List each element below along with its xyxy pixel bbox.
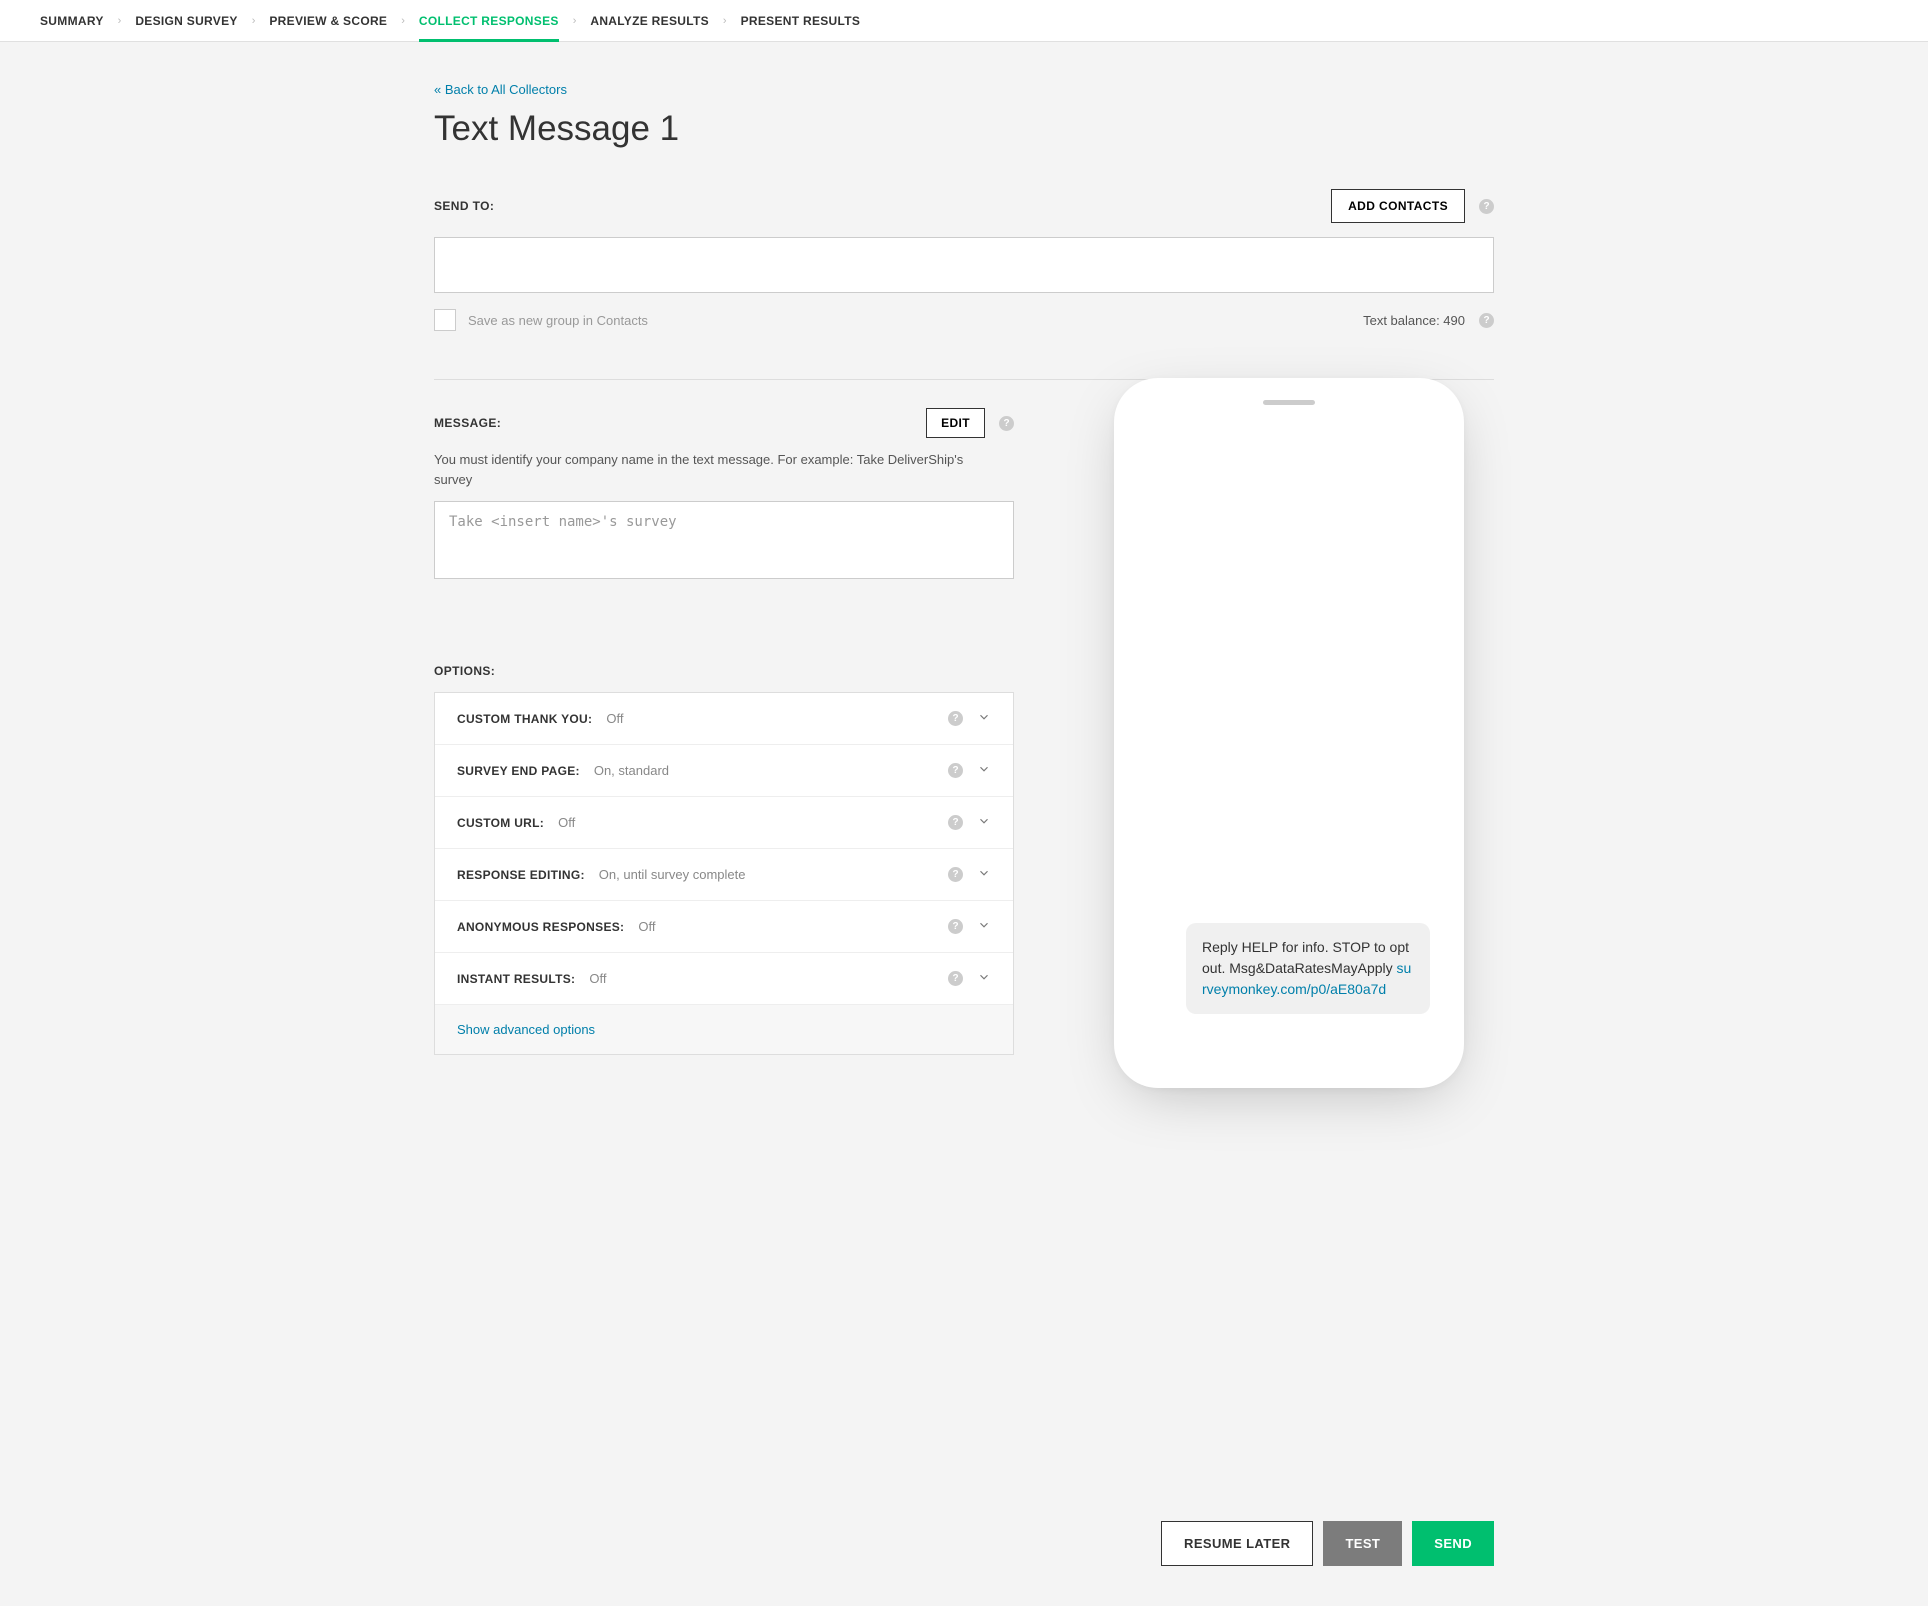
chevron-down-icon [977,866,991,883]
page-title: Text Message 1 [434,109,1494,149]
help-icon[interactable]: ? [948,919,963,934]
nav-tab-collect-responses[interactable]: COLLECT RESPONSES [419,0,559,42]
sms-preview-text: Reply HELP for info. STOP to opt out. Ms… [1202,939,1409,976]
nav-tab-summary[interactable]: SUMMARY [40,0,104,42]
chevron-down-icon [977,918,991,935]
option-response-editing[interactable]: RESPONSE EDITING: On, until survey compl… [435,849,1013,901]
show-advanced-link[interactable]: Show advanced options [457,1022,595,1037]
option-value: Off [589,971,948,986]
option-custom-url[interactable]: CUSTOM URL: Off ? [435,797,1013,849]
option-custom-thank-you[interactable]: CUSTOM THANK YOU: Off ? [435,693,1013,745]
chevron-right-icon: › [118,15,122,27]
sms-preview-bubble: Reply HELP for info. STOP to opt out. Ms… [1186,923,1430,1014]
options-list: CUSTOM THANK YOU: Off ? SURVEY END PAGE:… [434,692,1014,1055]
option-label: ANONYMOUS RESPONSES: [457,920,624,934]
option-instant-results[interactable]: INSTANT RESULTS: Off ? [435,953,1013,1005]
option-anonymous-responses[interactable]: ANONYMOUS RESPONSES: Off ? [435,901,1013,953]
option-value: On, until survey complete [599,867,948,882]
options-label: OPTIONS: [434,664,1014,678]
chevron-down-icon [977,710,991,727]
send-to-label: SEND TO: [434,199,494,213]
send-to-header: SEND TO: ADD CONTACTS ? [434,189,1494,223]
message-textarea[interactable] [434,501,1014,579]
option-value: On, standard [594,763,948,778]
option-label: CUSTOM THANK YOU: [457,712,592,726]
chevron-down-icon [977,814,991,831]
nav-tab-preview-score[interactable]: PREVIEW & SCORE [269,0,387,42]
send-button[interactable]: SEND [1412,1521,1494,1566]
message-section: MESSAGE: EDIT ? You must identify your c… [434,408,1014,1055]
message-help-text: You must identify your company name in t… [434,450,1004,489]
option-survey-end-page[interactable]: SURVEY END PAGE: On, standard ? [435,745,1013,797]
chevron-right-icon: › [401,15,405,27]
chevron-right-icon: › [252,15,256,27]
nav-tab-analyze-results[interactable]: ANALYZE RESULTS [590,0,709,42]
test-button[interactable]: TEST [1323,1521,1402,1566]
chevron-right-icon: › [723,15,727,27]
back-to-collectors-link[interactable]: « Back to All Collectors [434,82,567,97]
phone-preview: Reply HELP for info. STOP to opt out. Ms… [1114,378,1464,1088]
option-value: Off [638,919,948,934]
chevron-right-icon: › [573,15,577,27]
option-label: RESPONSE EDITING: [457,868,585,882]
option-value: Off [558,815,948,830]
nav-tab-design-survey[interactable]: DESIGN SURVEY [135,0,237,42]
text-balance-label: Text balance: 490 [1363,313,1465,328]
nav-tab-present-results[interactable]: PRESENT RESULTS [741,0,861,42]
help-icon[interactable]: ? [948,711,963,726]
show-advanced-row[interactable]: Show advanced options [435,1005,1013,1054]
option-label: SURVEY END PAGE: [457,764,580,778]
help-icon[interactable]: ? [1479,199,1494,214]
help-icon[interactable]: ? [948,971,963,986]
save-group-row: Save as new group in Contacts Text balan… [434,309,1494,331]
chevron-down-icon [977,762,991,779]
help-icon[interactable]: ? [999,416,1014,431]
send-to-input[interactable] [434,237,1494,293]
message-phone-row: MESSAGE: EDIT ? You must identify your c… [434,408,1494,1088]
phone-screen: Reply HELP for info. STOP to opt out. Ms… [1126,420,1452,1076]
help-icon[interactable]: ? [1479,313,1494,328]
footer-buttons: RESUME LATER TEST SEND [1161,1521,1494,1566]
option-label: CUSTOM URL: [457,816,544,830]
add-contacts-button[interactable]: ADD CONTACTS [1331,189,1465,223]
edit-message-button[interactable]: EDIT [926,408,985,438]
help-icon[interactable]: ? [948,867,963,882]
phone-frame: Reply HELP for info. STOP to opt out. Ms… [1114,378,1464,1088]
option-value: Off [606,711,948,726]
resume-later-button[interactable]: RESUME LATER [1161,1521,1313,1566]
message-header: MESSAGE: EDIT ? [434,408,1014,438]
save-group-checkbox[interactable] [434,309,456,331]
save-group-label: Save as new group in Contacts [468,313,648,328]
top-nav: SUMMARY › DESIGN SURVEY › PREVIEW & SCOR… [0,0,1928,42]
page-content: « Back to All Collectors Text Message 1 … [434,42,1494,1228]
help-icon[interactable]: ? [948,763,963,778]
message-label: MESSAGE: [434,416,501,430]
help-icon[interactable]: ? [948,815,963,830]
phone-speaker-icon [1263,400,1315,405]
chevron-down-icon [977,970,991,987]
option-label: INSTANT RESULTS: [457,972,575,986]
